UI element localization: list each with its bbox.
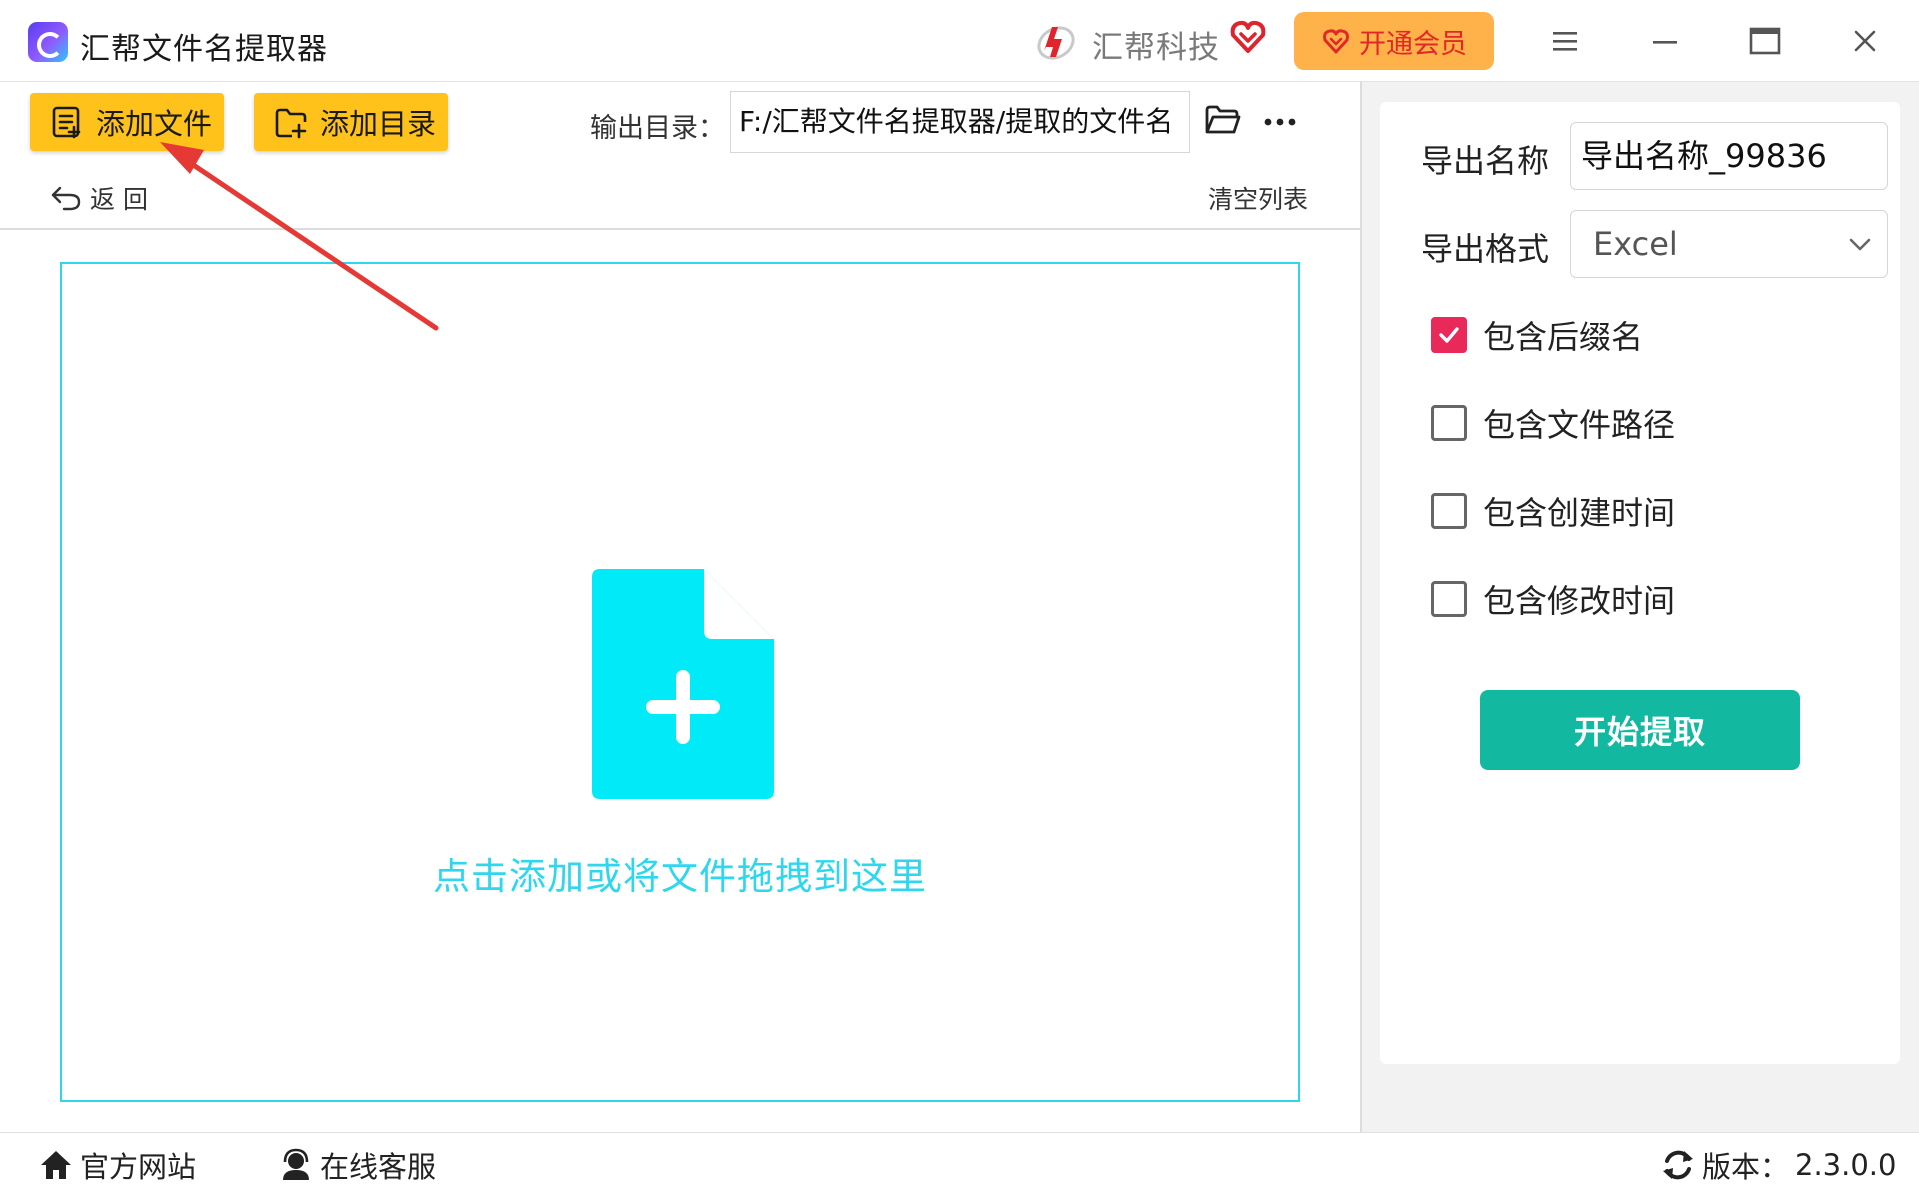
option-include-extension[interactable]: 包含后缀名 [1431, 312, 1643, 358]
vip-button[interactable]: 开通会员 [1294, 12, 1494, 70]
checkbox-checked[interactable] [1431, 317, 1467, 353]
minimize-button[interactable] [1644, 20, 1686, 62]
check-icon [1439, 327, 1459, 343]
toolbar-divider [0, 228, 1360, 230]
close-icon [1854, 30, 1876, 52]
option-include-modified-time[interactable]: 包含修改时间 [1431, 576, 1675, 622]
menu-button[interactable] [1544, 20, 1586, 62]
maximize-icon [1749, 27, 1781, 55]
output-dir-field[interactable]: F:/汇帮文件名提取器/提取的文件名 [730, 91, 1190, 153]
back-label: 返 回 [90, 185, 148, 214]
export-format-label: 导出格式 [1421, 230, 1550, 268]
version-info: 版本： 2.3.0.0 [1660, 1144, 1896, 1186]
close-button[interactable] [1844, 20, 1886, 62]
version-label: 版本： [1702, 1150, 1790, 1184]
option-label: 包含后缀名 [1483, 318, 1644, 356]
export-format-select[interactable]: Excel [1570, 210, 1888, 278]
add-folder-button[interactable]: 添加目录 [254, 93, 448, 151]
start-extract-button[interactable]: 开始提取 [1480, 690, 1800, 770]
support-icon [283, 1148, 309, 1180]
file-plus-icon [592, 569, 774, 799]
refresh-icon [1663, 1150, 1693, 1180]
folder-open-icon[interactable] [1204, 103, 1242, 137]
support-label: 在线客服 [320, 1150, 437, 1184]
checkbox-unchecked[interactable] [1431, 581, 1467, 617]
clear-list-button[interactable]: 清空列表 [1208, 180, 1308, 216]
add-folder-icon [275, 108, 307, 139]
menu-icon [1553, 32, 1577, 51]
chevron-down-icon [1849, 238, 1871, 251]
heart-icon [1230, 20, 1266, 53]
add-folder-label: 添加目录 [320, 107, 437, 141]
maximize-button[interactable] [1744, 20, 1786, 62]
option-include-path[interactable]: 包含文件路径 [1431, 400, 1675, 446]
app-logo-icon [28, 22, 68, 62]
option-label: 包含创建时间 [1483, 494, 1676, 532]
brand-mark-icon [1037, 26, 1075, 60]
brand-name: 汇帮科技 [1092, 30, 1220, 66]
output-dir-label: 输出目录： [590, 113, 725, 144]
option-label: 包含文件路径 [1483, 406, 1676, 444]
back-button[interactable]: 返 回 [50, 180, 148, 216]
home-icon [41, 1151, 71, 1179]
add-file-label: 添加文件 [96, 107, 213, 141]
support-link[interactable]: 在线客服 [278, 1144, 436, 1186]
website-link[interactable]: 官方网站 [38, 1144, 196, 1186]
version-value: 2.3.0.0 [1795, 1148, 1897, 1182]
export-name-input[interactable]: 导出名称_99836 [1570, 122, 1888, 190]
file-drop-zone[interactable]: 点击添加或将文件拖拽到这里 [60, 262, 1300, 1102]
heart-icon [1323, 29, 1349, 54]
export-format-value: Excel [1593, 225, 1678, 263]
add-file-button[interactable]: 添加文件 [30, 93, 224, 151]
app-title: 汇帮文件名提取器 [80, 32, 328, 67]
option-include-created-time[interactable]: 包含创建时间 [1431, 488, 1675, 534]
add-file-icon [52, 106, 81, 139]
more-icon[interactable] [1260, 106, 1300, 136]
drop-zone-hint: 点击添加或将文件拖拽到这里 [433, 855, 927, 898]
website-label: 官方网站 [80, 1150, 197, 1184]
checkbox-unchecked[interactable] [1431, 493, 1467, 529]
back-arrow-icon [51, 186, 81, 211]
option-label: 包含修改时间 [1483, 582, 1676, 620]
checkbox-unchecked[interactable] [1431, 405, 1467, 441]
vip-label: 开通会员 [1359, 28, 1467, 60]
title-bar: 汇帮文件名提取器 汇帮科技 开通会员 [0, 0, 1919, 82]
minimize-icon [1653, 41, 1677, 44]
export-name-label: 导出名称 [1421, 142, 1550, 180]
